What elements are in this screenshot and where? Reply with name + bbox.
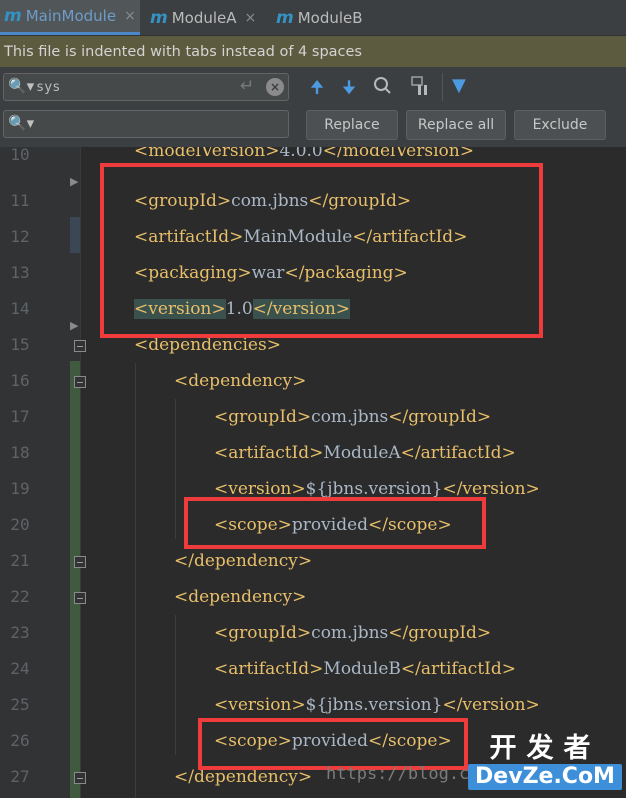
fold-marker-icon[interactable] [74, 556, 86, 568]
line-number: 16 [10, 371, 30, 390]
watermark-en: DevZe.CoM [468, 764, 622, 790]
watermark-logo: 开发者 DevZe.CoM [468, 734, 622, 794]
fold-marker-icon[interactable] [74, 592, 86, 604]
xml-value: 4.0.0 [279, 147, 323, 161]
tab-moduleb[interactable]: m ModuleB [272, 0, 387, 35]
line-number: 26 [10, 731, 30, 750]
xml-tag: <modelVersion> [134, 147, 280, 161]
xml-tag: </version> [442, 479, 540, 499]
xml-tag: <dependency> [174, 371, 307, 391]
line-number: 15 [10, 335, 30, 354]
close-icon[interactable]: × [124, 8, 136, 24]
clear-search-icon[interactable]: × [266, 78, 284, 96]
change-marker [70, 361, 80, 798]
exclude-button[interactable]: Exclude [514, 110, 606, 140]
replace-input[interactable]: 🔍▾ [3, 110, 289, 138]
line-number: 24 [10, 659, 30, 678]
close-icon[interactable]: × [245, 10, 257, 26]
xml-tag: <artifactId> [214, 659, 324, 679]
tab-modulea[interactable]: m ModuleA × [146, 0, 266, 35]
watermark-cn: 开发者 [489, 733, 601, 764]
tab-mainmodule[interactable]: m MainModule × [0, 0, 140, 35]
indent-guide [135, 363, 136, 798]
search-history-icon[interactable]: 🔍▾ [8, 77, 34, 95]
tab-label: ModuleB [297, 8, 363, 27]
xml-tag: <dependencies> [134, 335, 281, 355]
fold-arrow-icon[interactable]: ▶ [70, 175, 78, 188]
replace-all-button[interactable]: Replace all [406, 110, 506, 140]
line-number: 13 [10, 263, 30, 282]
toolbar-divider [442, 73, 443, 101]
code-line[interactable]: <artifactId>ModuleB</artifactId> [214, 651, 516, 687]
code-line[interactable]: <groupId>com.jbns</groupId> [214, 399, 491, 435]
xml-value: com.jbns [311, 407, 389, 427]
maven-module-icon: m [150, 7, 168, 28]
xml-tag: <groupId> [214, 407, 312, 427]
search-input[interactable]: 🔍▾ sys ↵ × [3, 73, 289, 101]
xml-value: ModuleB [323, 659, 401, 679]
next-occurrence-icon[interactable]: 🠋 [342, 75, 356, 104]
xml-tag: </groupId> [388, 623, 492, 643]
indent-guide [175, 615, 176, 755]
overlay-url: https://blog.cs [326, 764, 480, 784]
line-number: 23 [10, 623, 30, 642]
line-number: 10 [10, 147, 30, 164]
xml-tag: </modelVersion> [322, 147, 474, 161]
xml-tag: <version> [214, 479, 306, 499]
xml-tag: <artifactId> [214, 443, 324, 463]
tab-label: MainModule [25, 7, 117, 25]
fold-arrow-icon[interactable]: ▶ [70, 319, 78, 332]
maven-module-icon: m [4, 6, 22, 26]
xml-value: ${jbns.version} [305, 479, 443, 499]
code-editor[interactable]: ▶ ▶ <modelVersion>4.0.0</modelVersion> <g… [0, 147, 626, 798]
search-value: sys [36, 79, 61, 95]
line-number: 11 [10, 191, 30, 210]
replace-history-icon[interactable]: 🔍▾ [8, 114, 34, 132]
xml-value: ModuleA [323, 443, 401, 463]
find-all-icon[interactable] [372, 75, 394, 97]
editor-tab-bar: m MainModule × m ModuleA × m ModuleB [0, 0, 626, 36]
line-number: 14 [10, 299, 30, 318]
fold-marker-icon[interactable] [74, 772, 86, 784]
indent-guide [175, 399, 176, 539]
xml-tag: <dependency> [174, 587, 307, 607]
xml-tag: <groupId> [214, 623, 312, 643]
line-number: 17 [10, 407, 30, 426]
maven-module-icon: m [276, 7, 294, 28]
previous-occurrence-icon[interactable]: 🠉 [310, 75, 324, 104]
xml-tag: </dependency> [174, 551, 313, 571]
line-number: 27 [10, 767, 30, 786]
xml-tag: </groupId> [388, 407, 492, 427]
code-line[interactable]: <dependency> [174, 579, 306, 615]
xml-tag: </artifactId> [400, 659, 516, 679]
line-number: 18 [10, 443, 30, 462]
line-number: 20 [10, 515, 30, 534]
line-number: 25 [10, 695, 30, 714]
xml-tag: </artifactId> [400, 443, 516, 463]
xml-value: ${jbns.version} [305, 695, 443, 715]
newline-icon[interactable]: ↵ [240, 76, 254, 96]
fold-marker-icon[interactable] [74, 340, 86, 352]
indentation-notice: This file is indented with tabs instead … [0, 36, 626, 67]
annotation-box [184, 497, 486, 549]
xml-value: com.jbns [311, 623, 389, 643]
code-line[interactable]: <groupId>com.jbns</groupId> [214, 615, 491, 651]
xml-tag: </dependency> [174, 767, 313, 787]
line-number: 12 [10, 227, 30, 246]
xml-tag: <version> [214, 695, 306, 715]
line-number: 21 [10, 551, 30, 570]
annotation-box [100, 163, 543, 338]
tab-label: ModuleA [171, 8, 237, 27]
line-number: 22 [10, 587, 30, 606]
change-marker [70, 217, 80, 253]
code-line[interactable]: <artifactId>ModuleA</artifactId> [214, 435, 516, 471]
select-all-occurrences-icon[interactable] [410, 75, 434, 97]
xml-tag: </version> [442, 695, 540, 715]
annotation-box [198, 718, 468, 770]
fold-marker-icon[interactable] [74, 376, 86, 388]
line-number: 19 [10, 479, 30, 498]
filter-icon[interactable]: ▼ [452, 75, 466, 96]
code-line[interactable]: <dependency> [174, 363, 306, 399]
replace-button[interactable]: Replace [306, 110, 398, 140]
